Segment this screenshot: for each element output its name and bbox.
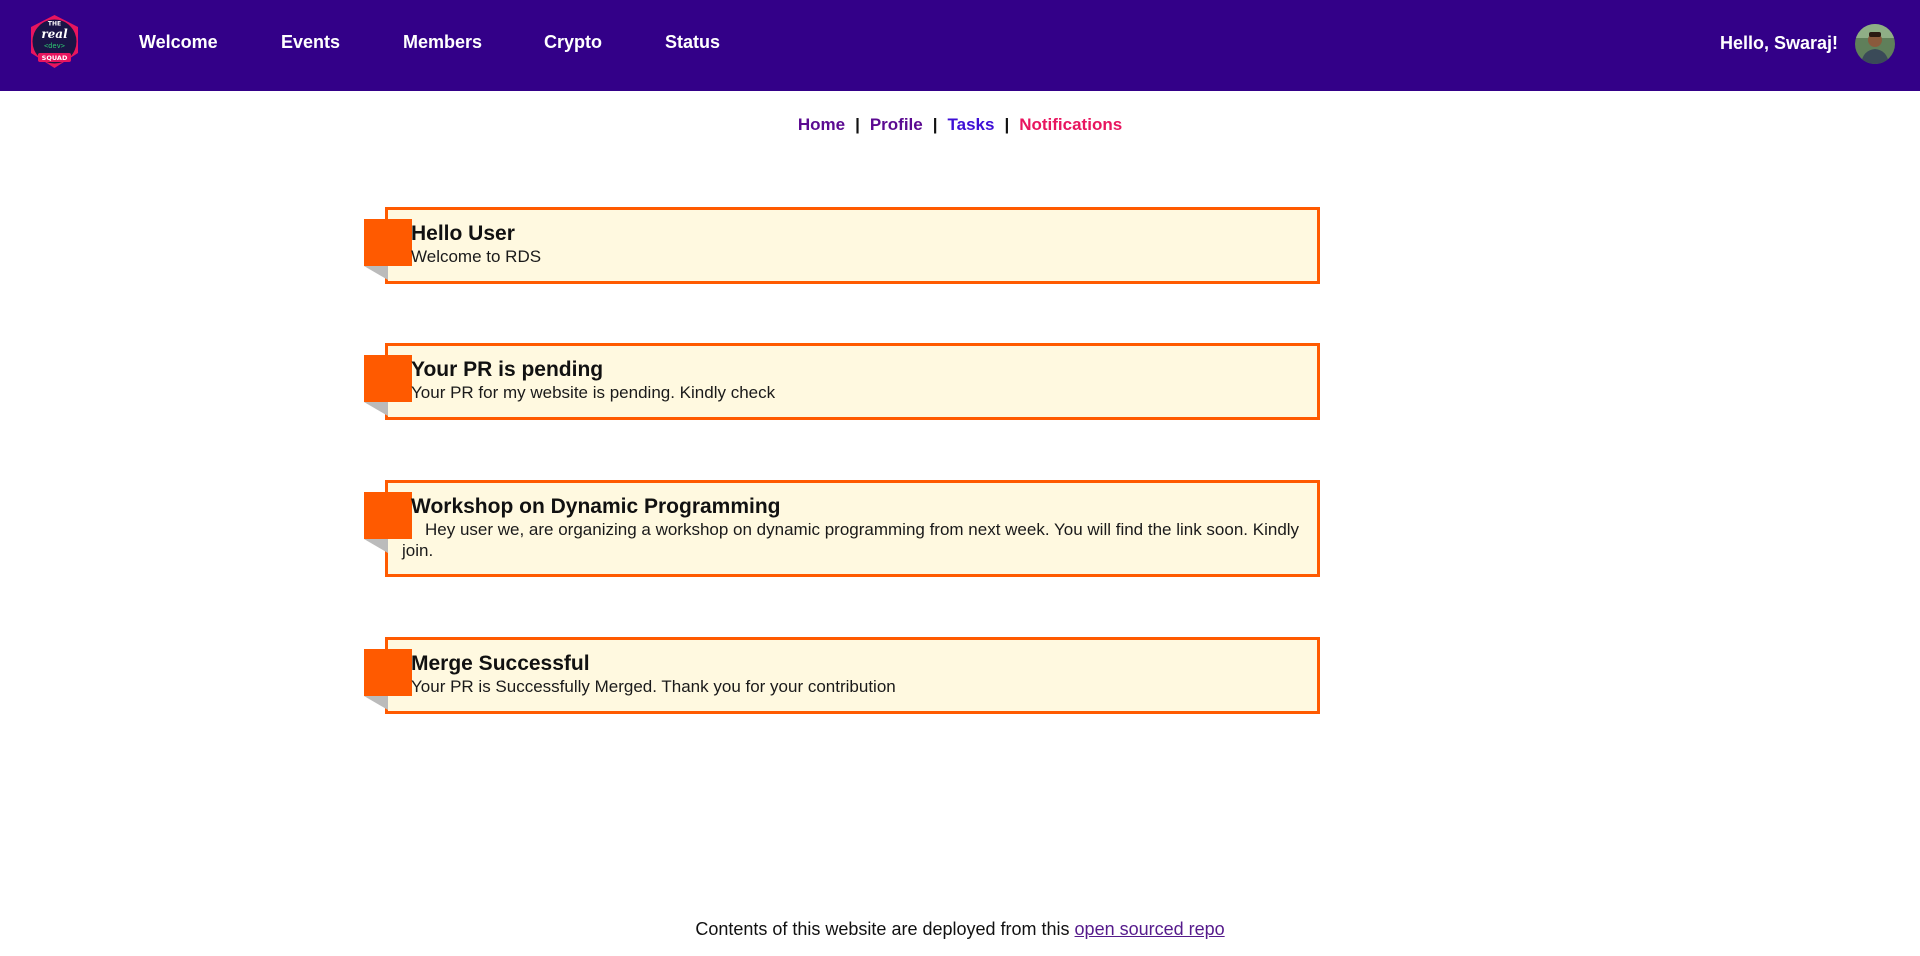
nav-status-link[interactable]: Status bbox=[665, 30, 720, 54]
subnav-separator: | bbox=[855, 115, 860, 134]
top-navbar: THE real <dev> SQUAD Welcome Events Memb… bbox=[0, 0, 1920, 91]
notification-card[interactable]: Your PR is pending Your PR for my websit… bbox=[364, 343, 1320, 420]
notification-marker-icon bbox=[364, 219, 412, 266]
notification-card[interactable]: Workshop on Dynamic Programming Hey user… bbox=[364, 480, 1320, 577]
nav-welcome-link[interactable]: Welcome bbox=[139, 30, 218, 54]
notification-body: Hey user we, are organizing a workshop o… bbox=[402, 520, 1300, 560]
subnav-profile-link[interactable]: Profile bbox=[870, 115, 923, 134]
nav-events-link[interactable]: Events bbox=[281, 30, 340, 54]
subnav-notifications-link[interactable]: Notifications bbox=[1019, 115, 1122, 134]
notification-title: Your PR is pending bbox=[411, 358, 604, 381]
notification-marker-icon bbox=[364, 649, 412, 696]
notification-fold bbox=[364, 402, 388, 416]
notification-fold bbox=[364, 266, 388, 280]
svg-text:real: real bbox=[41, 27, 68, 41]
rds-logo-icon[interactable]: THE real <dev> SQUAD bbox=[28, 13, 81, 70]
notification-marker-icon bbox=[364, 355, 412, 402]
nav-members-link[interactable]: Members bbox=[403, 30, 482, 54]
notification-title: Merge Successful bbox=[411, 652, 590, 675]
page-footer: Contents of this website are deployed fr… bbox=[0, 917, 1920, 941]
user-greeting: Hello, Swaraj! bbox=[1719, 33, 1838, 53]
notification-body: Your PR is Successfully Merged. Thank yo… bbox=[411, 677, 896, 696]
notification-body: Welcome to RDS bbox=[411, 247, 542, 266]
user-avatar[interactable] bbox=[1855, 24, 1895, 64]
svg-text:<dev>: <dev> bbox=[44, 42, 65, 50]
notification-title: Hello User bbox=[411, 222, 515, 245]
svg-text:SQUAD: SQUAD bbox=[42, 54, 68, 62]
subnav-separator: | bbox=[932, 115, 938, 134]
notification-title: Workshop on Dynamic Programming bbox=[411, 495, 781, 518]
notification-card[interactable]: Merge Successful Your PR is Successfully… bbox=[364, 637, 1320, 714]
subnav-home-link[interactable]: Home bbox=[798, 115, 845, 134]
footer-text: Contents of this website are deployed fr… bbox=[695, 919, 1075, 939]
sub-navigation: Home | Profile | Tasks | Notifications bbox=[0, 114, 1920, 136]
notification-body: Your PR for my website is pending. Kindl… bbox=[411, 383, 776, 402]
notification-fold bbox=[364, 539, 388, 553]
subnav-tasks-link[interactable]: Tasks bbox=[948, 115, 995, 134]
open-source-repo-link[interactable]: open sourced repo bbox=[1075, 919, 1225, 939]
notification-fold bbox=[364, 696, 388, 710]
nav-crypto-link[interactable]: Crypto bbox=[544, 30, 602, 54]
subnav-separator: | bbox=[1004, 115, 1010, 134]
notification-card[interactable]: Hello User Welcome to RDS bbox=[364, 207, 1320, 284]
